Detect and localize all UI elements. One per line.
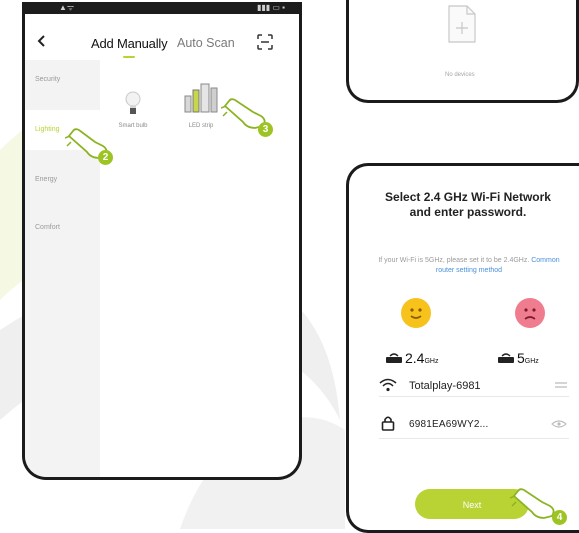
wifi-password-field[interactable]: 6981EA69WY2... bbox=[409, 419, 489, 430]
band-5g-label: 5GHz bbox=[517, 350, 539, 366]
switch-network-icon[interactable] bbox=[555, 381, 567, 389]
wifi-note: If your Wi-Fi is 5GHz, please set it to … bbox=[369, 256, 569, 276]
add-file-icon bbox=[448, 5, 476, 43]
bulb-icon bbox=[125, 91, 141, 114]
tab-add-manually[interactable]: Add Manually bbox=[91, 36, 168, 51]
wifi-icon bbox=[379, 378, 397, 392]
back-arrow-icon[interactable] bbox=[35, 34, 49, 48]
tab-auto-scan[interactable]: Auto Scan bbox=[177, 36, 235, 50]
active-tab-indicator bbox=[123, 56, 135, 58]
category-sidebar: Security Lighting Energy Comfort bbox=[25, 60, 100, 477]
top-nav: Add Manually Auto Scan bbox=[25, 24, 299, 60]
wifi-ssid-field[interactable]: Totalplay-6981 bbox=[409, 380, 481, 392]
signal-icon: ▲ᯤ bbox=[59, 3, 75, 12]
step-badge: 4 bbox=[552, 510, 567, 525]
step-badge: 3 bbox=[258, 122, 273, 137]
step-badge: 2 bbox=[98, 150, 113, 165]
page-title: Select 2.4 GHz Wi-Fi Network and enter p… bbox=[385, 190, 551, 219]
status-bar: ▲ᯤ ▮▮▮ ▭ ▪ bbox=[25, 2, 299, 14]
sidebar-item-security[interactable]: Security bbox=[25, 60, 100, 100]
smile-bad-icon bbox=[515, 298, 545, 328]
device-smart-bulb[interactable]: Smart bulb bbox=[103, 90, 163, 129]
phone-device-list: No devices bbox=[346, 0, 579, 103]
router-icon bbox=[498, 353, 514, 363]
eye-icon[interactable] bbox=[551, 420, 567, 428]
battery-time-icon: ▮▮▮ ▭ ▪ bbox=[256, 3, 285, 12]
scan-icon[interactable] bbox=[257, 34, 273, 50]
phone-wifi-setup: Select 2.4 GHz Wi-Fi Network and enter p… bbox=[346, 163, 579, 533]
smile-ok-icon bbox=[401, 298, 431, 328]
sidebar-item-comfort[interactable]: Comfort bbox=[25, 208, 100, 248]
wifi-note-text: If your Wi-Fi is 5GHz, please set it to … bbox=[378, 257, 530, 264]
phone-add-device: ▲ᯤ ▮▮▮ ▭ ▪ Add Manually Auto Scan Securi… bbox=[22, 2, 302, 480]
empty-state-label: No devices bbox=[445, 72, 475, 78]
lock-icon bbox=[381, 416, 395, 431]
band-2g-label: 2.4GHz bbox=[405, 350, 439, 366]
led-strip-icon bbox=[184, 83, 218, 113]
router-icon bbox=[386, 353, 402, 363]
